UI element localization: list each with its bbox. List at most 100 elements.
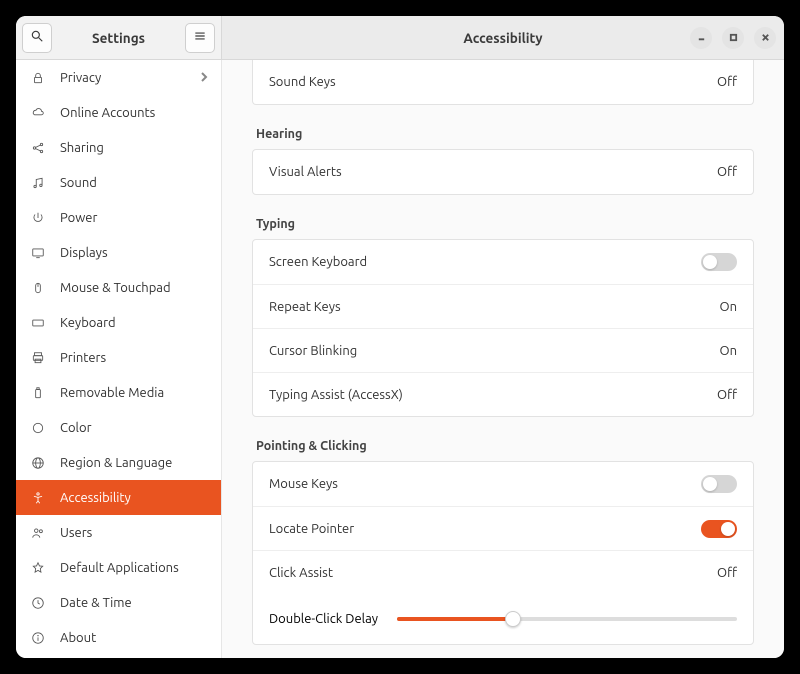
row-visual-alerts[interactable]: Visual AlertsOff: [253, 150, 753, 194]
sidebar-item-displays[interactable]: Displays: [16, 235, 221, 270]
mouse-icon: [30, 280, 46, 296]
sidebar-item-label: Printers: [60, 351, 106, 365]
titlebar-sidebar: Settings: [16, 16, 222, 59]
close-button[interactable]: [754, 27, 776, 49]
power-icon: [30, 210, 46, 226]
switch-knob: [703, 255, 717, 269]
sidebar-item-region-language[interactable]: Region & Language: [16, 445, 221, 480]
sidebar-item-label: About: [60, 631, 96, 645]
sidebar-item-accessibility[interactable]: Accessibility: [16, 480, 221, 515]
slider-thumb[interactable]: [505, 611, 521, 627]
sidebar-item-label: Displays: [60, 246, 108, 260]
row-typing-assist-accessx-[interactable]: Typing Assist (AccessX)Off: [253, 372, 753, 416]
settings-window: Settings Accessibility Privacy Online Acc…: [16, 16, 784, 658]
sidebar-item-date-time[interactable]: Date & Time: [16, 585, 221, 620]
row-click-assist[interactable]: Click AssistOff: [253, 550, 753, 594]
row-label: Mouse Keys: [269, 477, 701, 491]
cloud-icon: [30, 105, 46, 121]
star-icon: [30, 560, 46, 576]
row-locate-pointer[interactable]: Locate Pointer: [253, 506, 753, 550]
search-button[interactable]: [22, 23, 52, 53]
sidebar-item-label: Date & Time: [60, 596, 132, 610]
row-value: On: [719, 300, 737, 314]
row-label: Click Assist: [269, 566, 717, 580]
sidebar-item-color[interactable]: Color: [16, 410, 221, 445]
switch-knob: [703, 477, 717, 491]
sidebar-item-about[interactable]: About: [16, 620, 221, 655]
music-icon: [30, 175, 46, 191]
maximize-button[interactable]: [722, 27, 744, 49]
search-icon: [30, 29, 44, 47]
sidebar-item-keyboard[interactable]: Keyboard: [16, 305, 221, 340]
info-icon: [30, 630, 46, 646]
panel-typing: Screen KeyboardRepeat KeysOnCursor Blink…: [252, 239, 754, 417]
slider-double-click-delay[interactable]: [397, 617, 737, 621]
app-title: Settings: [52, 30, 185, 46]
sidebar-item-label: Keyboard: [60, 316, 116, 330]
window-controls: [690, 27, 776, 49]
sidebar-item-sound[interactable]: Sound: [16, 165, 221, 200]
sidebar-item-label: Sharing: [60, 141, 104, 155]
minimize-button[interactable]: [690, 27, 712, 49]
row-double-click-delay: Double-Click Delay: [253, 594, 753, 644]
printer-icon: [30, 350, 46, 366]
sidebar-item-label: Mouse & Touchpad: [60, 281, 171, 295]
row-value: Off: [717, 566, 737, 580]
switch-knob: [721, 522, 735, 536]
chevron-right-icon: [199, 71, 209, 85]
sidebar-item-online-accounts[interactable]: Online Accounts: [16, 95, 221, 130]
row-cursor-blinking[interactable]: Cursor BlinkingOn: [253, 328, 753, 372]
share-icon: [30, 140, 46, 156]
sidebar-item-removable-media[interactable]: Removable Media: [16, 375, 221, 410]
row-value: Off: [717, 165, 737, 179]
panel-seeing-partial: Sound KeysOff: [252, 60, 754, 105]
row-value: Off: [717, 388, 737, 402]
row-label: Locate Pointer: [269, 522, 701, 536]
sidebar-item-label: Users: [60, 526, 92, 540]
window-body: Privacy Online Accounts Sharing Sound Power D…: [16, 60, 784, 658]
color-icon: [30, 420, 46, 436]
panel-hearing: Visual AlertsOff: [252, 149, 754, 195]
sidebar-item-label: Power: [60, 211, 97, 225]
sidebar-item-printers[interactable]: Printers: [16, 340, 221, 375]
keyboard-icon: [30, 315, 46, 331]
hamburger-menu-button[interactable]: [185, 23, 215, 53]
row-label: Cursor Blinking: [269, 344, 719, 358]
row-value: On: [719, 344, 737, 358]
sidebar-item-label: Default Applications: [60, 561, 179, 575]
sidebar-item-privacy[interactable]: Privacy: [16, 60, 221, 95]
sidebar-item-sharing[interactable]: Sharing: [16, 130, 221, 165]
accessibility-icon: [30, 490, 46, 506]
panel-pointing: Mouse Keys Locate Pointer Click AssistOff D…: [252, 461, 754, 645]
section-title-typing: Typing: [256, 217, 754, 231]
row-mouse-keys[interactable]: Mouse Keys: [253, 462, 753, 506]
sidebar-item-label: Privacy: [60, 71, 101, 85]
switch-mouse-keys[interactable]: [701, 475, 737, 493]
switch-screen-keyboard[interactable]: [701, 253, 737, 271]
sidebar[interactable]: Privacy Online Accounts Sharing Sound Power D…: [16, 60, 222, 658]
sidebar-item-mouse-touchpad[interactable]: Mouse & Touchpad: [16, 270, 221, 305]
row-label: Double-Click Delay: [269, 612, 389, 626]
content-area[interactable]: Sound KeysOff Hearing Visual AlertsOff T…: [222, 60, 784, 658]
row-label: Screen Keyboard: [269, 255, 701, 269]
sidebar-item-label: Removable Media: [60, 386, 164, 400]
sidebar-item-default-applications[interactable]: Default Applications: [16, 550, 221, 585]
display-icon: [30, 245, 46, 261]
row-label: Typing Assist (AccessX): [269, 388, 717, 402]
section-title-hearing: Hearing: [256, 127, 754, 141]
row-repeat-keys[interactable]: Repeat KeysOn: [253, 284, 753, 328]
row-label: Visual Alerts: [269, 165, 717, 179]
sidebar-item-label: Online Accounts: [60, 106, 155, 120]
switch-locate-pointer[interactable]: [701, 520, 737, 538]
sidebar-item-users[interactable]: Users: [16, 515, 221, 550]
row-label: Sound Keys: [269, 75, 717, 89]
row-sound-keys[interactable]: Sound KeysOff: [253, 60, 753, 104]
sidebar-item-power[interactable]: Power: [16, 200, 221, 235]
sidebar-item-label: Accessibility: [60, 491, 131, 505]
clock-icon: [30, 595, 46, 611]
users-icon: [30, 525, 46, 541]
titlebar: Settings Accessibility: [16, 16, 784, 60]
row-screen-keyboard[interactable]: Screen Keyboard: [253, 240, 753, 284]
lock-icon: [30, 70, 46, 86]
page-title: Accessibility: [463, 30, 542, 46]
